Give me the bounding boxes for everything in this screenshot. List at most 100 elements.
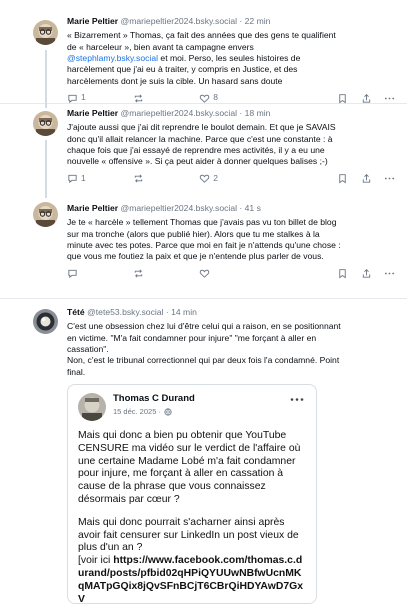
post-header: Marie Peltier @mariepeltier2024.bsky.soc… — [67, 108, 395, 119]
embed-paragraph: Mais qui donc pourrait s'acharner ainsi … — [78, 516, 299, 554]
thread-line — [45, 140, 47, 198]
reply-icon — [68, 94, 77, 103]
more-icon — [384, 272, 395, 275]
post-text: Je te « harcèle » tellement Thomas que j… — [67, 217, 395, 262]
reply-button[interactable]: 1 — [67, 173, 133, 184]
embed-identity: Thomas C Durand 15 déc. 2025 · — [113, 393, 195, 416]
avatar[interactable] — [33, 309, 58, 334]
text-line: chaque fois que j'ai essayé de reprendre… — [67, 145, 325, 156]
text-line: harcèlements dont je suis la cible. Un h… — [67, 75, 283, 86]
post-actions — [67, 266, 395, 282]
post-header: Marie Peltier @mariepeltier2024.bsky.soc… — [67, 203, 395, 214]
post[interactable]: Tété @tete53.bsky.social · 14 min C'est … — [0, 299, 407, 607]
more-options-button[interactable] — [384, 173, 395, 184]
reply-count: 1 — [81, 173, 86, 184]
author-name[interactable]: Marie Peltier — [67, 16, 118, 26]
author-handle[interactable]: @mariepeltier2024.bsky.social — [121, 108, 238, 118]
share-button[interactable] — [361, 173, 384, 184]
text-line: C'est une obsession chez lui d'être celu… — [67, 321, 341, 332]
author-handle[interactable]: @tete53.bsky.social — [87, 307, 163, 317]
repost-button[interactable] — [133, 268, 199, 279]
share-button[interactable] — [361, 93, 384, 104]
post-time[interactable]: · 18 min — [239, 108, 270, 118]
text-line: final. — [67, 366, 86, 377]
avatar[interactable] — [33, 202, 58, 227]
globe-icon — [164, 407, 172, 416]
like-button[interactable]: 8 — [199, 92, 337, 103]
like-button[interactable]: 2 — [199, 173, 337, 184]
text-line: Je te « harcèle » tellement Thomas que j… — [67, 217, 337, 228]
text-line: sur ma tronche (alors que publié hier). … — [67, 228, 320, 239]
like-count: 8 — [213, 92, 218, 103]
post-header: Tété @tete53.bsky.social · 14 min — [67, 307, 395, 318]
text-line: harcèlement que j'ai eu à traiter, y com… — [67, 64, 298, 75]
post[interactable]: Marie Peltier @mariepeltier2024.bsky.soc… — [0, 104, 407, 198]
text-line: nouvelle « offensive ». Si ça peut aider… — [67, 156, 328, 167]
more-icon — [384, 97, 395, 99]
post-time[interactable]: · 41 s — [239, 203, 261, 213]
text-line: que vous me foutiez la paix et que je n'… — [67, 251, 324, 262]
text-line: @stephlamy.bsky.social et moi. Perso, le… — [67, 53, 395, 64]
bookmark-icon — [339, 269, 347, 279]
thread-line — [45, 50, 47, 108]
embed-date-row: 15 déc. 2025 · — [113, 407, 195, 417]
share-button[interactable] — [361, 268, 384, 279]
text-line: J'ajoute aussi que j'ai dit reprendre le… — [67, 122, 336, 133]
like-button[interactable] — [199, 268, 337, 279]
repost-button[interactable] — [133, 93, 199, 104]
embed-link-prefix: [voir ici — [78, 555, 114, 567]
repost-icon — [134, 269, 143, 278]
author-name[interactable]: Tété — [67, 307, 85, 317]
embed-link-paragraph: [voir ici https://www.facebook.com/thoma… — [78, 555, 306, 603]
reply-icon — [68, 175, 77, 184]
post[interactable]: Marie Peltier @mariepeltier2024.bsky.soc… — [0, 194, 407, 299]
post-text: C'est une obsession chez lui d'être celu… — [67, 321, 395, 378]
author-handle[interactable]: @mariepeltier2024.bsky.social — [121, 16, 238, 26]
like-count: 2 — [213, 173, 218, 184]
share-icon — [362, 174, 370, 183]
reply-count: 1 — [81, 92, 86, 103]
author-handle[interactable]: @mariepeltier2024.bsky.social — [121, 203, 238, 213]
reply-button[interactable] — [67, 268, 133, 279]
embed-paragraph: Mais qui donc a bien pu obtenir que YouT… — [78, 430, 301, 506]
embed-author-name[interactable]: Thomas C Durand — [113, 393, 195, 406]
text-line: en victime. "M'a fait condamner pour inj… — [67, 332, 317, 343]
heart-icon — [200, 174, 210, 184]
repost-button[interactable] — [133, 173, 199, 184]
embed-header: Thomas C Durand 15 déc. 2025 · — [78, 393, 306, 422]
embedded-post[interactable]: Thomas C Durand 15 déc. 2025 · Mais qui … — [67, 384, 317, 605]
heart-icon — [200, 94, 210, 103]
more-options-button[interactable] — [384, 93, 395, 104]
reply-button[interactable]: 1 — [67, 92, 133, 103]
post-text: J'ajoute aussi que j'ai dit reprendre le… — [67, 122, 395, 167]
text-line: donc qu'il allait relancer la machine. P… — [67, 133, 333, 144]
heart-icon — [200, 269, 210, 279]
post-time[interactable]: · 22 min — [239, 16, 270, 26]
text-line: Non, c'est le tribunal correctionnel qui… — [67, 355, 340, 366]
post-text: « Bizarrement » Thomas, ça fait des anné… — [67, 30, 395, 87]
text-line: minute avec tes potes. Parce que moi en … — [67, 240, 341, 251]
feed: Marie Peltier @mariepeltier2024.bsky.soc… — [0, 0, 407, 607]
text-line: de « harceleur », bien avant ta campagne… — [67, 41, 254, 52]
more-icon — [290, 398, 304, 401]
more-icon — [384, 177, 395, 180]
embed-more-button[interactable] — [290, 391, 304, 407]
avatar[interactable] — [33, 111, 58, 136]
bookmark-button[interactable] — [337, 93, 360, 104]
text-line: cassation". — [67, 344, 109, 355]
bookmark-button[interactable] — [337, 268, 360, 279]
bookmark-button[interactable] — [337, 173, 360, 184]
share-icon — [362, 93, 370, 103]
embed-avatar[interactable] — [78, 393, 106, 422]
author-name[interactable]: Marie Peltier — [67, 203, 118, 213]
embed-date[interactable]: 15 déc. 2025 · — [113, 407, 161, 417]
post-time[interactable]: · 14 min — [166, 307, 197, 317]
post[interactable]: Marie Peltier @mariepeltier2024.bsky.soc… — [0, 0, 407, 108]
author-name[interactable]: Marie Peltier — [67, 108, 118, 118]
mention-link[interactable]: @stephlamy.bsky.social — [67, 53, 158, 63]
more-options-button[interactable] — [384, 268, 395, 279]
repost-icon — [134, 94, 143, 103]
text-line: « Bizarrement » Thomas, ça fait des anné… — [67, 30, 336, 41]
avatar[interactable] — [33, 20, 58, 45]
share-icon — [362, 269, 370, 278]
